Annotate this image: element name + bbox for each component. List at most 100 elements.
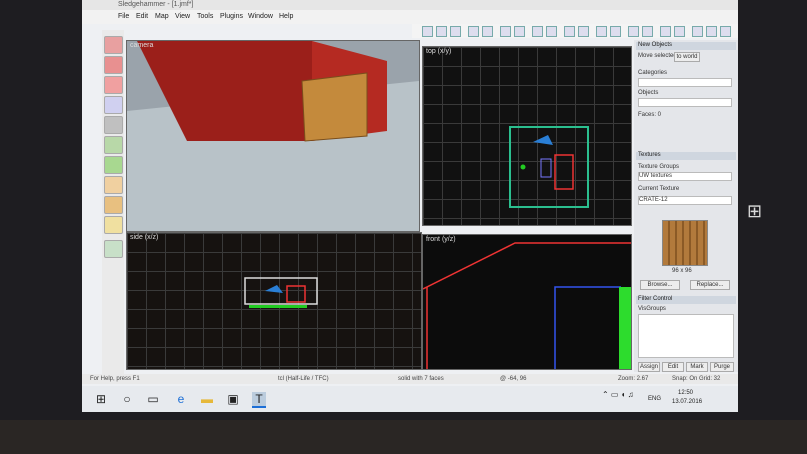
toolbar-button[interactable] xyxy=(706,26,717,37)
to-world-button[interactable]: to world xyxy=(674,52,700,62)
windows-start-icon[interactable]: ⊞ xyxy=(94,392,108,406)
toolbar-button[interactable] xyxy=(422,26,433,37)
explorer-icon[interactable]: ▬ xyxy=(200,392,214,406)
menu-edit[interactable]: Edit xyxy=(136,13,148,20)
clock-time[interactable]: 12:50 xyxy=(678,390,693,396)
toolbar-button[interactable] xyxy=(628,26,639,37)
textures-header: Textures xyxy=(636,152,736,160)
store-icon[interactable]: ▣ xyxy=(226,392,240,406)
status-bar: For Help, press F1 tcl (Half-Life / TFC)… xyxy=(82,374,738,384)
categories-select[interactable] xyxy=(638,78,732,87)
toolbar-button[interactable] xyxy=(564,26,575,37)
viewport-label-side: side (x/z) xyxy=(130,234,159,241)
side-scene xyxy=(244,277,318,308)
browse-button[interactable]: Browse... xyxy=(640,280,680,290)
visgroups-label: VisGroups xyxy=(638,306,666,312)
clock-date[interactable]: 13.07.2016 xyxy=(672,399,702,405)
replace-button[interactable]: Replace... xyxy=(690,280,730,290)
categories-label: Categories xyxy=(638,70,668,76)
toolbar-button[interactable] xyxy=(642,26,653,37)
sledgehammer-icon[interactable]: T xyxy=(252,392,266,408)
menu-help[interactable]: Help xyxy=(279,13,293,20)
camera-scene xyxy=(127,41,419,231)
viewport-label-top: top (x/y) xyxy=(426,48,452,55)
status-game: tcl (Half-Life / TFC) xyxy=(278,376,329,382)
viewport-label-front: front (y/z) xyxy=(426,236,456,243)
window-title: Sledgehammer - [1.jmf*] xyxy=(118,1,194,8)
menu-map[interactable]: Map xyxy=(155,13,169,20)
top-viewport[interactable]: top (x/y) xyxy=(422,46,632,226)
toolbar-button[interactable] xyxy=(468,26,479,37)
status-zoom: Zoom: 2.67 xyxy=(618,376,649,382)
toolbar-button[interactable] xyxy=(450,26,461,37)
menu-window[interactable]: Window xyxy=(248,13,273,20)
tray-icons[interactable]: ⌃ ▭ ◖ ♫ xyxy=(602,390,634,399)
language-indicator[interactable]: ENG xyxy=(648,396,661,402)
top-scene xyxy=(509,126,589,208)
toolbar-button[interactable] xyxy=(436,26,447,37)
toolbar-button[interactable] xyxy=(578,26,589,37)
top-toolbar xyxy=(412,24,738,38)
menu-file[interactable]: File xyxy=(118,13,129,20)
toolbar-button[interactable] xyxy=(532,26,543,37)
right-panel: New Objects Move selected to world Categ… xyxy=(634,40,738,372)
faces-label: Faces: 0 xyxy=(638,112,662,118)
tool-palette xyxy=(102,30,124,375)
path-tool-icon[interactable] xyxy=(104,240,123,258)
front-viewport[interactable]: front (y/z) xyxy=(422,234,632,370)
camera-viewport[interactable]: camera xyxy=(126,40,420,232)
visgroups-list[interactable] xyxy=(638,314,734,358)
block-tool-icon[interactable] xyxy=(104,116,123,134)
status-selection: solid with 7 faces xyxy=(398,376,444,382)
keyboard-cover xyxy=(0,420,807,454)
current-texture-label: Current Texture xyxy=(638,186,680,192)
objects-label: Objects xyxy=(638,90,659,96)
viewport-label-camera: camera xyxy=(130,42,154,49)
magnify-tool-icon[interactable] xyxy=(104,56,123,74)
new-objects-header: New Objects xyxy=(636,42,736,50)
move-selected-label: Move selected xyxy=(638,53,677,59)
entity-tool-icon[interactable] xyxy=(104,96,123,114)
menu-tools[interactable]: Tools xyxy=(197,13,213,20)
windows-logo-icon: ⊞ xyxy=(747,201,763,221)
taskbar: ⊞ ○ ▭ e ▬ ▣ T ⌃ ▭ ◖ ♫ ENG 12:50 13.07.20… xyxy=(82,386,738,412)
texture-name-field[interactable]: CRATE-12 xyxy=(638,196,732,205)
texture-preview xyxy=(662,220,708,266)
toolbar-button[interactable] xyxy=(482,26,493,37)
side-viewport[interactable]: side (x/z) xyxy=(126,232,422,370)
selection-tool-icon[interactable] xyxy=(104,36,123,54)
purge-button[interactable]: Purge xyxy=(710,362,734,372)
toolbar-button[interactable] xyxy=(546,26,557,37)
vertex-tool-icon[interactable] xyxy=(104,216,123,234)
apply-texture-icon[interactable] xyxy=(104,156,123,174)
toolbar-button[interactable] xyxy=(610,26,621,37)
toolbar-button[interactable] xyxy=(596,26,607,37)
toolbar-button[interactable] xyxy=(514,26,525,37)
texture-group-select[interactable]: UW textures xyxy=(638,172,732,181)
task-view-icon[interactable]: ▭ xyxy=(146,392,160,406)
clip-tool-icon[interactable] xyxy=(104,196,123,214)
status-coords: @ -64, 96 xyxy=(500,376,527,382)
assign-button[interactable]: Assign xyxy=(638,362,660,372)
toolbar-button[interactable] xyxy=(500,26,511,37)
search-icon[interactable]: ○ xyxy=(120,392,134,406)
camera-tool-icon[interactable] xyxy=(104,76,123,94)
menu-plugins[interactable]: Plugins xyxy=(220,13,243,20)
edit-button[interactable]: Edit xyxy=(662,362,684,372)
filter-control-header: Filter Control xyxy=(636,296,736,304)
title-bar: Sledgehammer - [1.jmf*] xyxy=(82,0,738,10)
edge-icon[interactable]: e xyxy=(174,392,188,406)
texture-tool-icon[interactable] xyxy=(104,136,123,154)
front-scene xyxy=(423,242,631,369)
mark-button[interactable]: Mark xyxy=(686,362,708,372)
decal-tool-icon[interactable] xyxy=(104,176,123,194)
menu-view[interactable]: View xyxy=(175,13,190,20)
screen: Sledgehammer - [1.jmf*] File Edit Map Vi… xyxy=(82,0,738,412)
texture-groups-label: Texture Groups xyxy=(638,164,680,170)
toolbar-button[interactable] xyxy=(674,26,685,37)
toolbar-button[interactable] xyxy=(720,26,731,37)
texture-size-label: 96 x 96 xyxy=(672,268,692,274)
objects-select[interactable] xyxy=(638,98,732,107)
toolbar-button[interactable] xyxy=(692,26,703,37)
toolbar-button[interactable] xyxy=(660,26,671,37)
